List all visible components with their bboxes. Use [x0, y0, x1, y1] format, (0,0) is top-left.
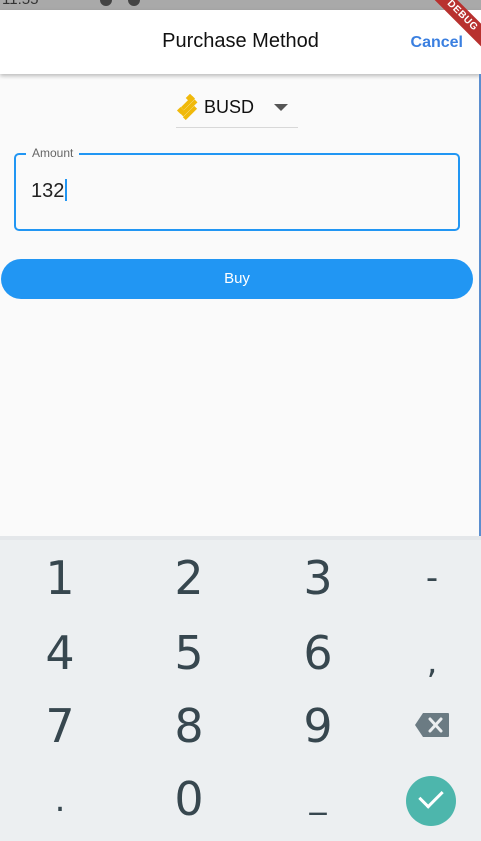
- app-bar: Purchase Method Cancel: [0, 10, 481, 74]
- status-time: 11:55: [2, 0, 38, 8]
- debug-banner-label: DEBUG: [424, 0, 481, 54]
- debug-banner: DEBUG: [421, 0, 481, 60]
- amount-label: Amount: [26, 146, 80, 160]
- currency-selected: BUSD: [204, 97, 255, 117]
- key-9[interactable]: 9: [258, 699, 378, 771]
- busd-coin-icon: [176, 94, 198, 120]
- amount-field[interactable]: Amount 132: [14, 146, 460, 231]
- key-comma[interactable]: ,: [372, 642, 481, 714]
- buy-button[interactable]: Buy: [1, 259, 473, 299]
- key-1[interactable]: 1: [0, 551, 120, 623]
- dropdown-arrow-icon: [274, 104, 288, 111]
- status-icon: [128, 0, 140, 6]
- backspace-key[interactable]: [372, 706, 481, 778]
- amount-input[interactable]: 132: [31, 179, 68, 203]
- status-icon: [100, 0, 112, 6]
- check-icon: [418, 783, 444, 809]
- key-0[interactable]: 0: [129, 772, 249, 841]
- text-cursor: [65, 179, 68, 201]
- key-6[interactable]: 6: [258, 626, 378, 698]
- page-title: Purchase Method: [162, 30, 319, 52]
- currency-dropdown[interactable]: BUSD: [176, 90, 298, 128]
- key-5[interactable]: 5: [129, 626, 249, 698]
- key-period[interactable]: .: [0, 780, 120, 841]
- backspace-icon: [415, 713, 449, 737]
- amount-value: 132: [31, 180, 65, 202]
- key-4[interactable]: 4: [0, 626, 120, 698]
- key-underscore[interactable]: _: [258, 776, 378, 841]
- done-button[interactable]: [406, 776, 456, 826]
- key-3[interactable]: 3: [258, 551, 378, 623]
- key-2[interactable]: 2: [129, 551, 249, 623]
- key-7[interactable]: 7: [0, 699, 120, 771]
- key-minus[interactable]: -: [372, 558, 481, 630]
- key-8[interactable]: 8: [129, 699, 249, 771]
- status-bar: 11:55: [0, 0, 481, 10]
